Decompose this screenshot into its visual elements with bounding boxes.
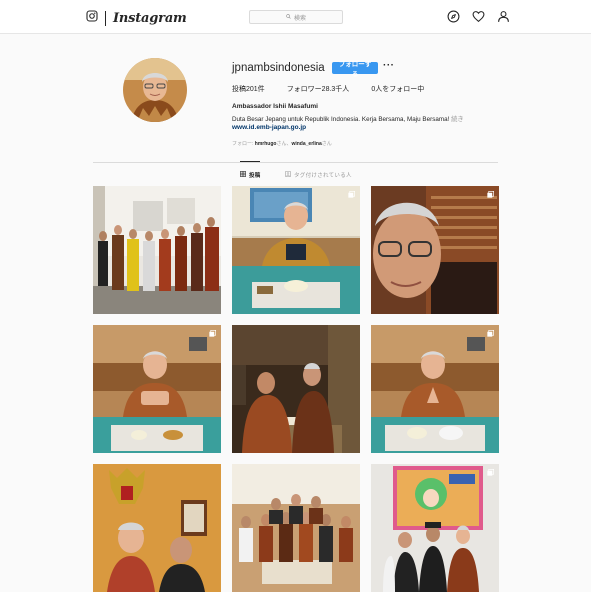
post-thumbnail[interactable] (371, 325, 499, 453)
follower-link-1[interactable]: hmrhugo (255, 141, 277, 147)
post-thumbnail[interactable] (93, 325, 221, 453)
grid-icon (240, 171, 249, 179)
instagram-camera-icon (86, 9, 98, 27)
nav-actions (447, 10, 510, 23)
heart-icon[interactable] (472, 10, 485, 23)
tabs-divider (93, 162, 498, 163)
profile-username: jpnambsindonesia (232, 62, 325, 74)
posts-count: 投稿201件 (232, 86, 265, 93)
search-placeholder: 検索 (293, 15, 306, 22)
follow-button[interactable]: フォローする (332, 61, 378, 78)
avatar (123, 58, 187, 122)
profile-stats: 投稿201件 フォロワー28.3千人 0人をフォロー中 (232, 84, 446, 94)
tab-tagged[interactable]: タグ付けされている人 (285, 171, 352, 179)
post-thumbnail[interactable] (232, 464, 360, 592)
bio-more-link[interactable]: 続き (451, 116, 464, 123)
tab-posts[interactable]: 投稿 (240, 171, 261, 179)
active-tab-indicator (240, 161, 260, 162)
brand-wordmark: Instagram (113, 10, 187, 26)
followed-by: フォロー: hmrhugoさん、winda_erlinaさん (232, 140, 332, 147)
followed-by-suffix: さん (321, 141, 332, 147)
post-thumbnail[interactable] (232, 325, 360, 453)
post-thumbnail[interactable] (232, 186, 360, 314)
post-thumbnail[interactable] (371, 186, 499, 314)
follower-link-2[interactable]: winda_erlina (291, 141, 321, 147)
profile-bio-text: Duta Besar Jepang untuk Republik Indones… (232, 116, 452, 123)
multi-photo-icon (487, 469, 494, 476)
multi-photo-icon (209, 330, 216, 337)
search-input[interactable]: 検索 (249, 10, 343, 24)
profile-full-name: Ambassador Ishii Masafumi (232, 103, 318, 110)
search-icon (286, 13, 294, 21)
followed-by-prefix: フォロー: (232, 141, 255, 147)
multi-photo-icon (348, 191, 355, 198)
more-options-icon[interactable]: ··· (383, 60, 395, 71)
post-thumbnail[interactable] (371, 464, 499, 592)
followers-count[interactable]: フォロワー28.3千人 (287, 84, 350, 94)
compass-icon[interactable] (447, 10, 460, 23)
tag-person-icon (285, 171, 294, 179)
logo-divider (105, 10, 106, 26)
profile-bio: Duta Besar Jepang untuk Republik Indones… (232, 114, 464, 123)
top-nav: Instagram 検索 (0, 0, 591, 34)
followed-by-separator: さん、 (276, 141, 292, 147)
multi-photo-icon (487, 191, 494, 198)
person-icon[interactable] (497, 10, 510, 23)
post-thumbnail[interactable] (93, 464, 221, 592)
following-count[interactable]: 0人をフォロー中 (371, 84, 424, 94)
profile-website-link[interactable]: www.id.emb-japan.go.jp (232, 124, 306, 131)
tab-posts-label: 投稿 (249, 173, 261, 179)
instagram-logo[interactable]: Instagram (86, 9, 187, 27)
tab-tagged-label: タグ付けされている人 (294, 173, 352, 179)
post-thumbnail[interactable] (93, 186, 221, 314)
multi-photo-icon (487, 330, 494, 337)
